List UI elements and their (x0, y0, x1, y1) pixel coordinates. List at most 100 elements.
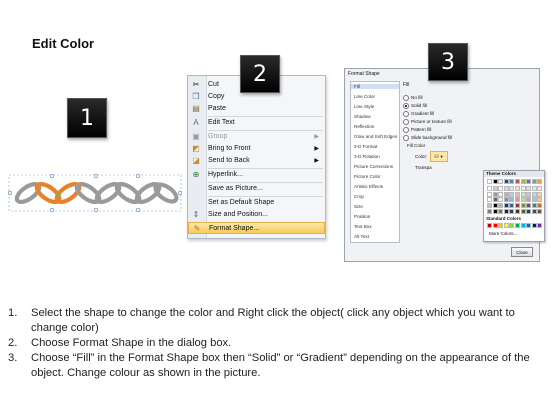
menu-item-send-to-back[interactable]: ◪ Send to Back ▶ (188, 155, 325, 167)
color-swatch[interactable] (526, 191, 532, 197)
color-swatch[interactable] (515, 186, 520, 192)
color-swatch[interactable] (531, 186, 537, 192)
color-swatch[interactable] (498, 208, 504, 214)
color-swatch[interactable] (531, 208, 537, 214)
menu-item-paste[interactable]: ▤ Paste (188, 103, 325, 115)
option-picture-fill[interactable]: Picture or texture fill (403, 119, 452, 125)
color-swatch[interactable] (492, 191, 498, 197)
color-swatch[interactable] (515, 208, 520, 214)
color-swatch[interactable] (520, 197, 526, 203)
standard-color-swatch[interactable] (515, 223, 520, 228)
color-swatch[interactable] (503, 186, 509, 192)
color-swatch[interactable] (531, 197, 537, 203)
color-swatch[interactable] (487, 179, 492, 184)
color-swatch[interactable] (537, 179, 543, 184)
color-swatch[interactable] (498, 202, 504, 208)
standard-color-swatch[interactable] (487, 223, 492, 228)
color-swatch[interactable] (515, 202, 520, 208)
color-swatch[interactable] (492, 202, 498, 208)
nav-item-3d-format[interactable]: 3-D Format (354, 144, 377, 149)
standard-color-swatch[interactable] (509, 223, 515, 228)
color-swatch[interactable] (498, 186, 504, 192)
color-swatch[interactable] (509, 179, 515, 184)
option-gradient-fill[interactable]: Gradient fill (403, 111, 434, 117)
color-swatch[interactable] (492, 179, 498, 184)
color-swatch[interactable] (498, 191, 504, 197)
color-swatch[interactable] (520, 208, 526, 214)
color-swatch[interactable] (526, 197, 532, 203)
menu-item-group[interactable]: ▣ Group ▶ (188, 131, 325, 143)
color-swatch[interactable] (498, 197, 504, 203)
nav-item-artistic-effects[interactable]: Artistic Effects (354, 184, 383, 189)
color-swatch[interactable] (537, 208, 543, 214)
menu-item-size-and-position[interactable]: ⇕ Size and Position... (188, 209, 325, 221)
color-swatch[interactable] (503, 197, 509, 203)
color-swatch[interactable] (509, 197, 515, 203)
menu-item-edit-text[interactable]: A Edit Text (188, 117, 325, 129)
standard-color-swatch[interactable] (526, 223, 532, 228)
color-swatch[interactable] (487, 191, 492, 197)
nav-item-fill[interactable]: Fill (351, 84, 399, 89)
color-swatch[interactable] (509, 208, 515, 214)
color-swatch[interactable] (503, 202, 509, 208)
color-swatch[interactable] (515, 197, 520, 203)
nav-item-crop[interactable]: Crop (354, 194, 364, 199)
color-swatch[interactable] (515, 191, 520, 197)
color-swatch[interactable] (520, 179, 526, 184)
color-swatch[interactable] (526, 202, 532, 208)
color-dropdown-button[interactable]: ⛁ ▼ (430, 151, 448, 162)
menu-item-save-as-picture[interactable]: Save as Picture... (188, 183, 325, 195)
color-swatch[interactable] (487, 186, 492, 192)
more-colors-link[interactable]: More Colors... (489, 231, 517, 236)
color-swatch[interactable] (503, 191, 509, 197)
nav-item-shadow[interactable]: Shadow (354, 114, 371, 119)
menu-item-bring-to-front[interactable]: ◩ Bring to Front ▶ (188, 143, 325, 155)
color-swatch[interactable] (537, 197, 543, 203)
color-swatch[interactable] (492, 186, 498, 192)
nav-item-position[interactable]: Position (354, 214, 370, 219)
color-swatch[interactable] (503, 208, 509, 214)
menu-item-hyperlink[interactable]: ⊕ Hyperlink... (188, 169, 325, 181)
nav-item-picture-color[interactable]: Picture Color (354, 174, 381, 179)
color-swatch[interactable] (492, 197, 498, 203)
standard-color-swatch[interactable] (520, 223, 526, 228)
color-swatch[interactable] (487, 197, 492, 203)
color-swatch[interactable] (487, 208, 492, 214)
color-swatch[interactable] (503, 179, 509, 184)
standard-color-swatch[interactable] (537, 223, 543, 228)
color-swatch[interactable] (526, 208, 532, 214)
color-swatch[interactable] (520, 186, 526, 192)
nav-item-picture-corrections[interactable]: Picture Corrections (354, 164, 393, 169)
color-swatch[interactable] (531, 191, 537, 197)
color-swatch[interactable] (509, 186, 515, 192)
color-swatch[interactable] (509, 202, 515, 208)
menu-item-set-default-shape[interactable]: Set as Default Shape (188, 197, 325, 209)
option-solid-fill[interactable]: Solid fill (403, 103, 427, 109)
color-swatch[interactable] (509, 191, 515, 197)
color-swatch[interactable] (531, 202, 537, 208)
color-swatch[interactable] (520, 191, 526, 197)
standard-color-swatch[interactable] (503, 223, 509, 228)
nav-item-text-box[interactable]: Text Box (354, 224, 372, 229)
standard-color-swatch[interactable] (531, 223, 537, 228)
color-swatch[interactable] (526, 179, 532, 184)
nav-item-line-style[interactable]: Line Style (354, 104, 374, 109)
standard-color-swatch[interactable] (498, 223, 504, 228)
nav-item-reflection[interactable]: Reflection (354, 124, 374, 129)
color-swatch[interactable] (498, 179, 504, 184)
option-no-fill[interactable]: No fill (403, 95, 423, 101)
color-swatch[interactable] (492, 208, 498, 214)
color-swatch[interactable] (531, 179, 537, 184)
color-swatch[interactable] (487, 202, 492, 208)
color-swatch[interactable] (515, 179, 520, 184)
chain-shape[interactable] (8, 173, 182, 213)
option-pattern-fill[interactable]: Pattern fill (403, 127, 431, 133)
color-swatch[interactable] (526, 186, 532, 192)
color-swatch[interactable] (520, 202, 526, 208)
color-swatch[interactable] (537, 202, 543, 208)
color-swatch[interactable] (537, 191, 543, 197)
nav-item-glow[interactable]: Glow and Soft Edges (354, 134, 397, 139)
nav-item-alt-text[interactable]: Alt Text (354, 234, 369, 239)
option-slide-background-fill[interactable]: Slide background fill (403, 135, 452, 141)
nav-item-size[interactable]: Size (354, 204, 363, 209)
